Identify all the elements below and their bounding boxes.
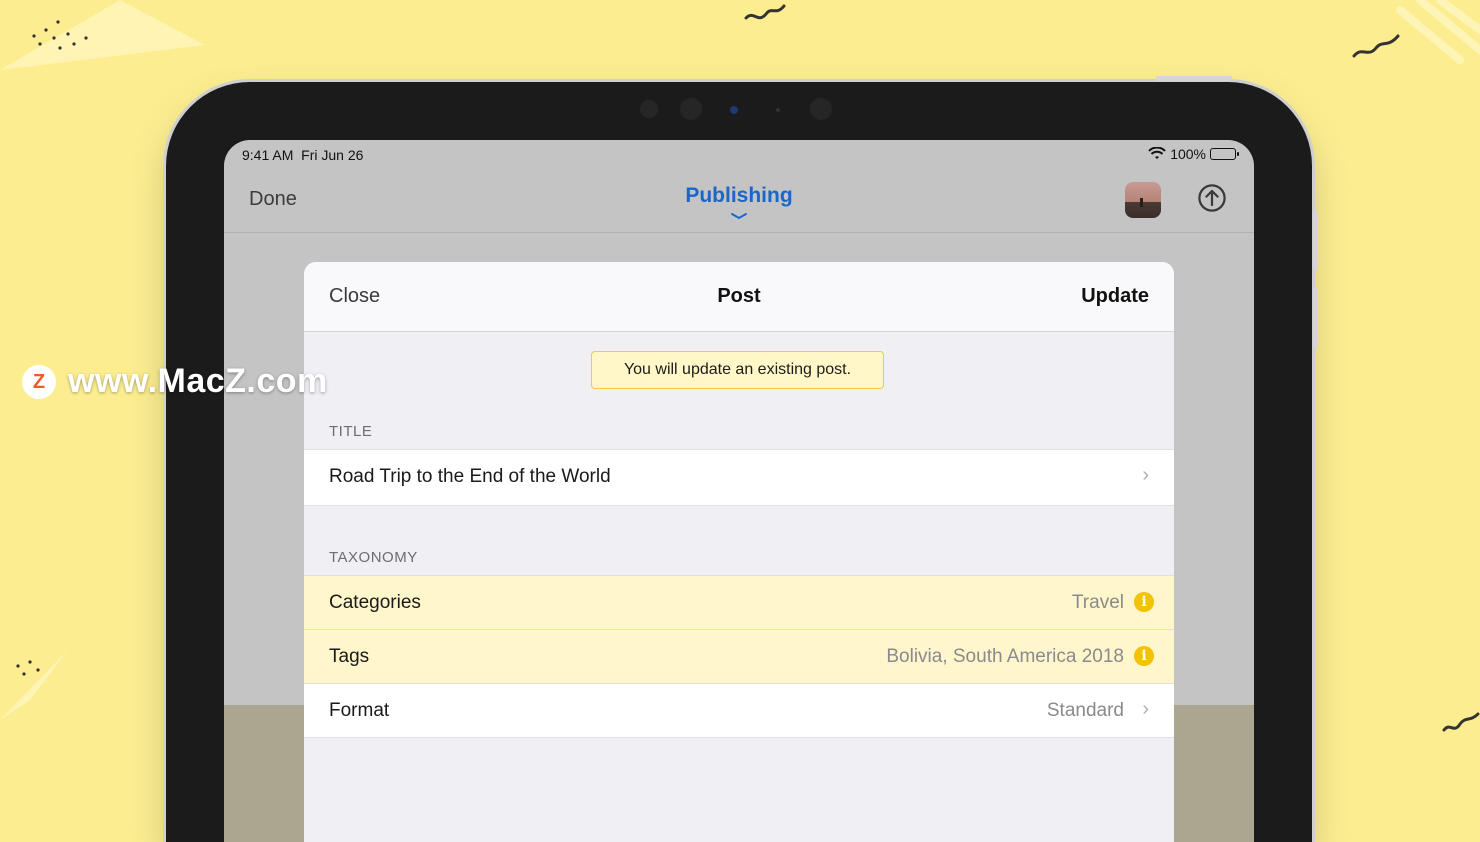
- update-notice: You will update an existing post.: [591, 351, 884, 389]
- post-sheet: Close Post Update You will update an exi…: [304, 262, 1174, 842]
- watermark-text: www.MacZ.com: [68, 362, 328, 400]
- sensor-right: [810, 98, 832, 120]
- decor-bottom-left: [0, 650, 68, 720]
- status-time: 9:41 AM Fri Jun 26: [242, 147, 364, 163]
- chevron-right-icon: ›: [1142, 698, 1149, 720]
- camera-indicator: [730, 106, 738, 114]
- wifi-icon: [1148, 147, 1166, 159]
- info-icon[interactable]: i: [1134, 646, 1154, 666]
- nav-bar: Done Publishing: [224, 172, 1254, 233]
- title-row[interactable]: Road Trip to the End of the World ›: [304, 449, 1174, 506]
- format-row[interactable]: Format Standard ›: [304, 683, 1174, 738]
- screen: 9:41 AM Fri Jun 26 100% Done Publishing: [224, 140, 1254, 842]
- tags-label: Tags: [329, 646, 370, 667]
- title-value: Road Trip to the End of the World: [329, 466, 611, 487]
- battery-percent: 100%: [1170, 146, 1206, 162]
- battery-icon: [1210, 148, 1239, 160]
- upload-icon[interactable]: [1198, 184, 1226, 212]
- tags-value: Bolivia, South America 2018: [886, 646, 1124, 667]
- featured-image-thumbnail[interactable]: [1125, 182, 1161, 218]
- sensor-small: [776, 108, 780, 112]
- sheet-title: Post: [717, 285, 761, 307]
- categories-row[interactable]: Categories Travel i: [304, 575, 1174, 629]
- decor-top-right: [1352, 0, 1480, 64]
- camera-lens: [680, 98, 702, 120]
- sheet-header: Close Post Update: [304, 262, 1174, 332]
- decor-squiggle-bottom-right: [1442, 712, 1480, 732]
- tablet-frame: 9:41 AM Fri Jun 26 100% Done Publishing: [166, 76, 1317, 842]
- watermark: Z www.MacZ.com: [22, 362, 328, 401]
- status-right: 100%: [1148, 146, 1239, 162]
- sensor-dot: [640, 100, 658, 118]
- volume-up-button: [1313, 210, 1317, 270]
- categories-value: Travel: [1071, 592, 1124, 613]
- decor-top-left: [0, 0, 205, 70]
- format-value: Standard: [1046, 700, 1124, 721]
- decor-squiggle-top: [744, 4, 786, 20]
- chevron-down-icon[interactable]: [729, 212, 749, 220]
- volume-down-button: [1313, 288, 1317, 348]
- title-section-header: TITLE: [329, 423, 373, 440]
- categories-label: Categories: [329, 592, 421, 613]
- status-bar: 9:41 AM Fri Jun 26 100%: [224, 140, 1254, 172]
- publishing-title[interactable]: Publishing: [224, 184, 1254, 208]
- taxonomy-section-header: TAXONOMY: [329, 549, 418, 566]
- chevron-right-icon: ›: [1142, 464, 1149, 486]
- watermark-logo: Z: [22, 364, 56, 399]
- top-button: [1156, 76, 1232, 81]
- format-label: Format: [329, 700, 390, 721]
- info-icon[interactable]: i: [1134, 592, 1154, 612]
- tags-row[interactable]: Tags Bolivia, South America 2018 i: [304, 629, 1174, 683]
- update-button[interactable]: Update: [1081, 285, 1149, 308]
